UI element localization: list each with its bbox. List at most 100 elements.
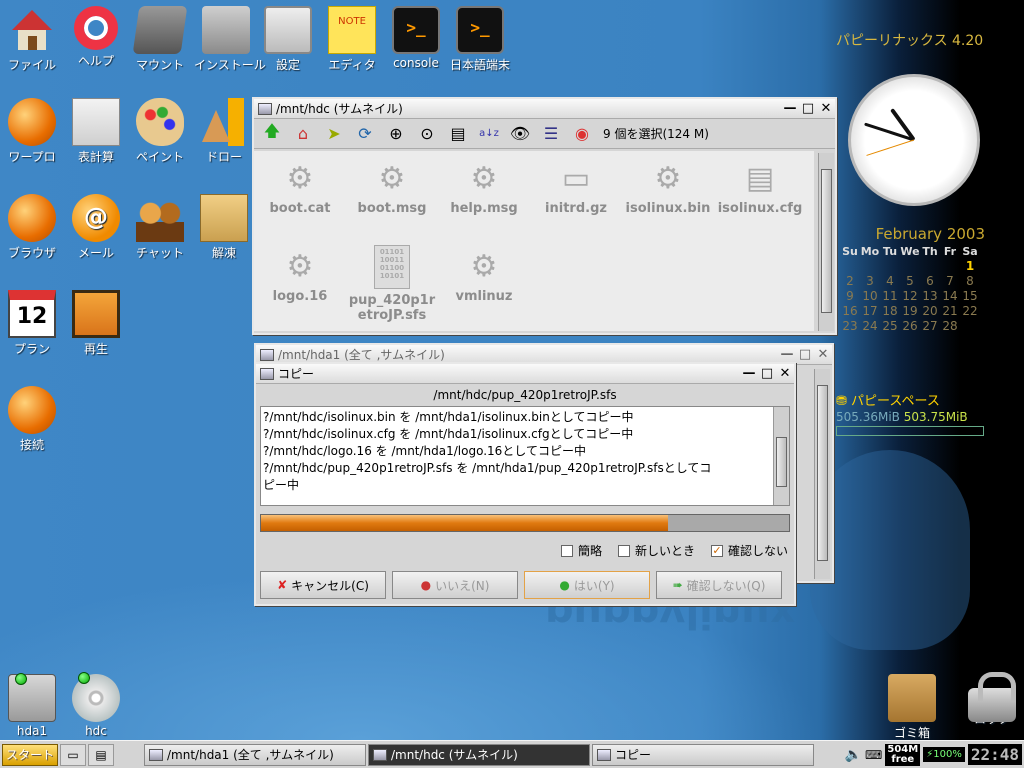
brief-checkbox[interactable]: [560, 544, 573, 557]
option-newer[interactable]: 新しいとき: [617, 542, 695, 559]
workspace-switcher-icon[interactable]: ▤: [88, 743, 114, 766]
home-icon[interactable]: ⌂: [289, 121, 317, 147]
desktop-icon-trash[interactable]: ゴミ箱: [880, 674, 944, 740]
no-button[interactable]: ● いいえ(N): [392, 571, 518, 599]
desktop-icon-chat[interactable]: チャット: [128, 194, 192, 261]
desktop-icon-install[interactable]: インストール: [194, 6, 266, 73]
file-window-hdc[interactable]: /mnt/hdc (サムネイル) — □ ✕ 🡅 ⌂ ➤ ⟳ ⊕ ⊙ ▤ a↓z…: [252, 97, 837, 335]
help-icon[interactable]: ◉: [568, 121, 596, 147]
desktop-icon-help[interactable]: ヘルプ: [64, 6, 128, 69]
battery-indicator[interactable]: ⚡100%: [923, 747, 965, 762]
scrollbar-thumb[interactable]: [817, 385, 828, 561]
desktop-icon-planner[interactable]: 12 プラン: [0, 290, 64, 357]
maximize-button[interactable]: □: [758, 365, 776, 383]
calendar-icon: 12: [8, 290, 56, 338]
calendar-day: 13: [922, 289, 938, 303]
minimize-button[interactable]: —: [778, 346, 796, 364]
cancel-button[interactable]: ✘ キャンセル(C): [260, 571, 386, 599]
desktop-icon-draw[interactable]: ドロー: [192, 98, 256, 165]
desktop-icon-wordprocessor[interactable]: ワープロ: [0, 98, 64, 165]
file-item[interactable]: ▭ initrd.gz: [530, 161, 622, 216]
show-hidden-icon[interactable]: 👁: [506, 121, 534, 147]
titlebar[interactable]: コピー — □ ✕: [256, 364, 794, 384]
minimize-button[interactable]: —: [781, 100, 799, 118]
clock-time[interactable]: 22:48: [967, 744, 1022, 765]
file-item[interactable]: ▤ isolinux.cfg: [714, 161, 806, 216]
log-scrollbar[interactable]: [773, 407, 789, 505]
desktop-icon-connect[interactable]: 接続: [0, 386, 64, 453]
calendar-day: [940, 259, 960, 273]
option-no-confirm[interactable]: ✓ 確認しない: [710, 542, 788, 559]
close-button[interactable]: ✕: [817, 100, 835, 118]
no-confirm-checkbox[interactable]: ✓: [710, 544, 723, 557]
maximize-button[interactable]: □: [799, 100, 817, 118]
wallpaper-puppy: [810, 450, 970, 650]
keyboard-icon[interactable]: ⌨: [865, 748, 882, 762]
file-item[interactable]: ⚙ vmlinuz: [438, 249, 530, 304]
binary-file-icon: 01101 10011 01100 10101: [374, 245, 410, 289]
desktop-icon-hdc[interactable]: hdc: [64, 672, 128, 738]
titlebar[interactable]: /mnt/hdc (サムネイル) — □ ✕: [254, 99, 835, 119]
button-label: いいえ(N): [435, 578, 490, 593]
file-item[interactable]: ⚙ isolinux.bin: [622, 161, 714, 216]
newer-checkbox[interactable]: [617, 544, 630, 557]
scrollbar-thumb[interactable]: [821, 169, 832, 313]
scrollbar-thumb[interactable]: [776, 437, 787, 487]
desktop-icon-player[interactable]: 再生: [64, 290, 128, 357]
desktop-icon-mount[interactable]: マウント: [128, 6, 192, 73]
minimize-button[interactable]: —: [740, 365, 758, 383]
close-button[interactable]: ✕: [776, 365, 794, 383]
task-copy[interactable]: コピー: [592, 743, 814, 766]
start-button[interactable]: スタート: [2, 743, 58, 766]
up-arrow-icon[interactable]: 🡅: [258, 121, 286, 147]
desktop-icon-spreadsheet[interactable]: 表計算: [64, 98, 128, 165]
file-item[interactable]: ⚙ boot.cat: [254, 161, 346, 216]
details-view-icon[interactable]: ▤: [444, 121, 472, 147]
file-item[interactable]: 01101 10011 01100 10101 pup_420p1r etroJP.…: [346, 245, 438, 323]
memory-indicator[interactable]: 504M free: [885, 743, 921, 766]
desktop-icon-mail[interactable]: @ メール: [64, 194, 128, 261]
package-icon: [202, 6, 250, 54]
sort-az-icon[interactable]: a↓z: [475, 121, 503, 147]
desktop-icon-paint[interactable]: ペイント: [128, 98, 192, 165]
maximize-button[interactable]: □: [796, 346, 814, 364]
file-name: isolinux.cfg: [717, 201, 803, 216]
desktop-icon-lock[interactable]: ロック: [960, 672, 1024, 727]
icon-label: ファイル: [7, 58, 56, 72]
spreadsheet-icon: [72, 98, 120, 146]
desktop-icon-browser[interactable]: ブラウザ: [0, 194, 64, 261]
hda1-scrollbar[interactable]: [814, 369, 830, 579]
yes-button[interactable]: ● はい(Y): [524, 571, 650, 599]
calendar-day: 5: [906, 274, 914, 288]
task-hdc[interactable]: /mnt/hdc (サムネイル): [368, 743, 590, 766]
desktop-icon-editor[interactable]: NOTE エディタ: [320, 6, 384, 73]
calendar-day: 10: [862, 289, 878, 303]
zoom-fit-icon[interactable]: ⊙: [413, 121, 441, 147]
gear-file-icon: ⚙: [470, 249, 498, 284]
volume-icon[interactable]: 🔈: [845, 747, 862, 763]
desktop-icon-jp-terminal[interactable]: >_ 日本語端末: [448, 6, 512, 73]
desktop-icon-file[interactable]: ファイル: [0, 6, 64, 73]
close-button[interactable]: ✕: [814, 346, 832, 364]
text-file-icon: ▤: [745, 161, 775, 196]
file-item[interactable]: ⚙ help.msg: [438, 161, 530, 216]
task-hda1[interactable]: /mnt/hda1 (全て ,サムネイル): [144, 743, 366, 766]
option-brief[interactable]: 簡略: [560, 542, 602, 559]
refresh-icon[interactable]: ⟳: [351, 121, 379, 147]
file-item[interactable]: ⚙ logo.16: [254, 249, 346, 304]
goto-icon[interactable]: ➤: [320, 121, 348, 147]
desktop-icon-settings[interactable]: 設定: [256, 6, 320, 73]
desktop-icon-hda1[interactable]: hda1: [0, 673, 64, 738]
zoom-in-icon[interactable]: ⊕: [382, 121, 410, 147]
desktop-icon-archive[interactable]: 解凍: [192, 194, 256, 261]
file-item[interactable]: ⚙ boot.msg: [346, 161, 438, 216]
calendar-day: 22: [962, 304, 978, 318]
file-scrollbar[interactable]: [818, 153, 834, 331]
show-desktop-icon[interactable]: ▭: [60, 743, 86, 766]
list-view-icon[interactable]: ☰: [537, 121, 565, 147]
window-app-icon: [373, 748, 387, 761]
desktop-icon-console[interactable]: >_ console: [384, 6, 448, 70]
no-confirm-button[interactable]: ➠ 確認しない(Q): [656, 571, 782, 599]
copy-dialog[interactable]: コピー — □ ✕ /mnt/hdc/pup_420p1retroJP.sfs …: [254, 362, 796, 606]
icon-label: ゴミ箱: [893, 726, 930, 740]
